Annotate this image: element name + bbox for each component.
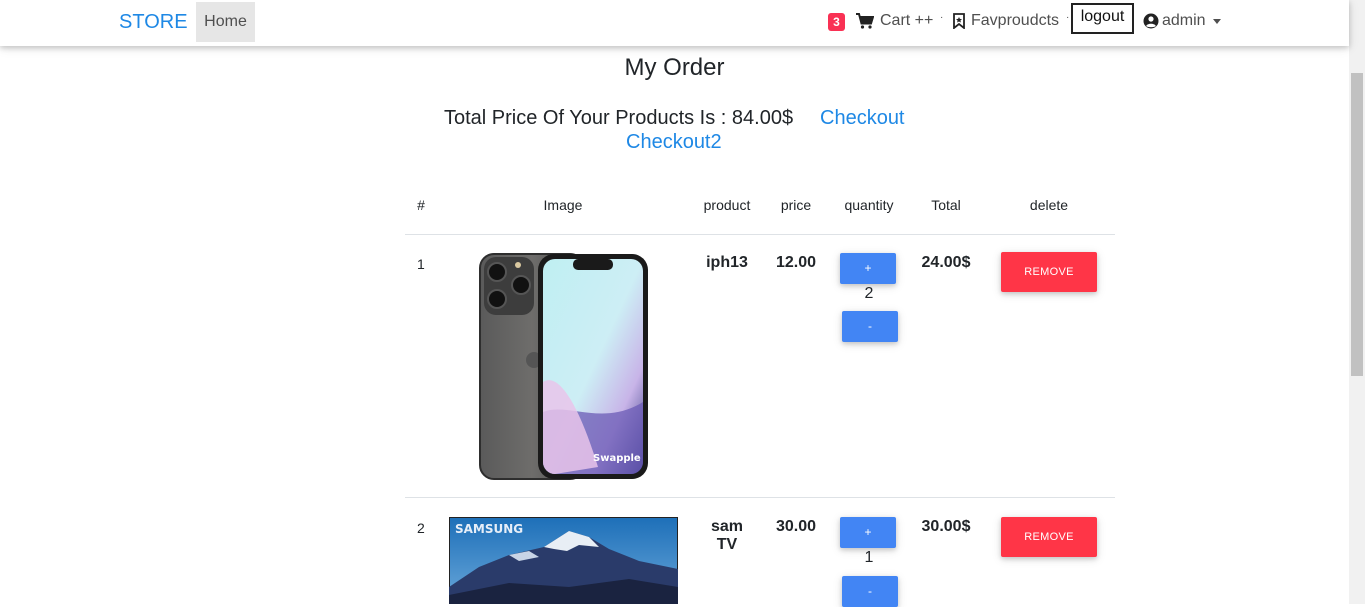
nav-separator: · <box>1066 12 1070 23</box>
decrease-quantity-button[interactable]: - <box>842 311 898 342</box>
row-index: 1 <box>417 256 425 272</box>
nav-cart-link[interactable]: Cart ++ <box>856 12 933 30</box>
product-image-samsung-tv[interactable]: SAMSUNG <box>449 517 678 604</box>
nav-home-link[interactable]: Home <box>196 2 255 42</box>
column-header-index: # <box>417 197 425 213</box>
row-quantity: 1 <box>864 549 874 566</box>
user-name-label: admin <box>1162 12 1206 29</box>
total-price-text: Total Price Of Your Products Is : 84.00$ <box>444 107 794 129</box>
table-divider <box>405 497 1115 498</box>
image-watermark-text: Swapple <box>593 453 641 464</box>
row-total: 30.00$ <box>921 518 971 535</box>
row-index: 2 <box>417 520 425 536</box>
column-header-image: Image <box>543 197 583 213</box>
column-header-price: price <box>780 197 812 213</box>
remove-item-button[interactable]: REMOVE <box>1001 252 1097 292</box>
nav-separator: · <box>940 12 944 23</box>
bookmark-icon <box>953 13 965 29</box>
shopping-cart-icon <box>856 13 874 29</box>
logout-button[interactable]: logout <box>1071 3 1134 34</box>
row-product-name: sam TV <box>710 518 744 553</box>
user-circle-icon <box>1143 13 1159 29</box>
row-price: 30.00 <box>775 518 817 535</box>
remove-item-button[interactable]: REMOVE <box>1001 517 1097 557</box>
image-brand-text: SAMSUNG <box>455 522 523 536</box>
increase-quantity-button[interactable]: + <box>840 517 896 548</box>
cart-count-badge: 3 <box>828 13 845 31</box>
row-quantity: 2 <box>864 285 874 302</box>
caret-down-icon <box>1212 18 1221 24</box>
column-header-delete: delete <box>1029 197 1069 213</box>
user-menu-dropdown[interactable]: admin <box>1143 12 1221 30</box>
decrease-quantity-button[interactable]: - <box>842 576 898 607</box>
column-header-quantity: quantity <box>844 197 894 213</box>
row-price: 12.00 <box>775 254 817 271</box>
nav-favorites-label: Favproudcts <box>971 12 1060 29</box>
scrollbar-thumb[interactable] <box>1351 73 1363 376</box>
checkout-link[interactable]: Checkout <box>820 107 905 130</box>
column-header-total: Total <box>931 197 961 213</box>
product-image-iphone[interactable]: Swapple <box>478 252 650 481</box>
increase-quantity-button[interactable]: + <box>840 253 896 284</box>
row-product-name: iph13 <box>706 254 748 271</box>
navbar: STORE Home 3 Cart ++ · Favproudcts · log… <box>0 0 1349 46</box>
table-divider <box>405 234 1115 235</box>
page-title: My Order <box>624 54 725 81</box>
nav-cart-label: Cart ++ <box>880 12 934 29</box>
column-header-product: product <box>703 197 751 213</box>
row-total: 24.00$ <box>921 254 971 271</box>
checkout2-link[interactable]: Checkout2 <box>626 131 722 154</box>
nav-favorites-link[interactable]: Favproudcts <box>953 12 1059 30</box>
brand-logo[interactable]: STORE <box>119 11 188 34</box>
